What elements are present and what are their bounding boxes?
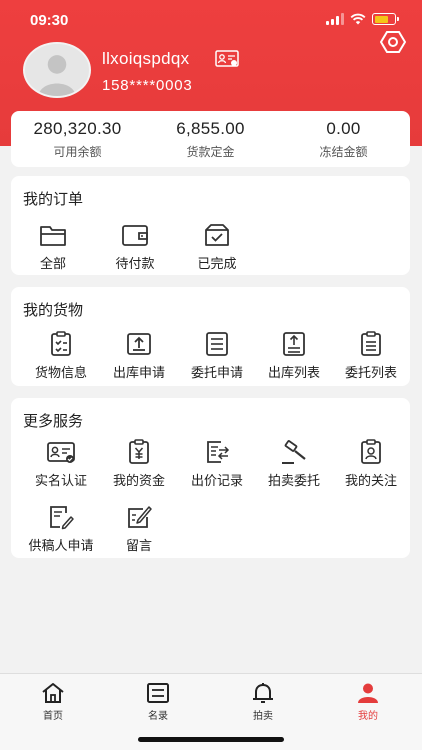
wifi-icon xyxy=(350,13,366,25)
balance-deposit[interactable]: 6,855.00 货款定金 xyxy=(144,111,277,167)
orders-title: 我的订单 xyxy=(23,191,84,208)
goods-label: 委托申请 xyxy=(190,365,243,380)
service-label: 我的关注 xyxy=(344,473,397,488)
tab-home[interactable]: 首页 xyxy=(13,682,93,722)
goods-label: 货物信息 xyxy=(34,365,87,380)
goods-outbound-list[interactable]: 出库列表 xyxy=(254,331,334,381)
bell-icon xyxy=(253,683,273,703)
phone-number: 158****0003 xyxy=(102,77,193,94)
username: llxoiqspdqx xyxy=(102,49,190,68)
service-label: 出价记录 xyxy=(190,473,243,488)
goods-card: 我的货物 货物信息 出库申请 委托申请 出库列表 委托列表 xyxy=(11,287,410,386)
service-auction-consign[interactable]: 拍卖委托 xyxy=(254,439,334,489)
bid-record-icon xyxy=(207,441,230,463)
cellular-signal-icon xyxy=(326,13,344,25)
goods-label: 出库申请 xyxy=(112,365,165,380)
person-icon xyxy=(358,683,378,703)
goods-outbound-apply[interactable]: 出库申请 xyxy=(99,331,179,381)
upload-list-icon xyxy=(283,332,305,356)
goods-consign-list[interactable]: 委托列表 xyxy=(331,331,411,381)
order-label: 全部 xyxy=(39,256,66,271)
list-icon xyxy=(147,683,169,703)
order-completed[interactable]: 已完成 xyxy=(177,222,257,272)
service-message[interactable]: 留言 xyxy=(99,504,179,554)
tab-label: 我的 xyxy=(358,711,378,722)
order-label: 待付款 xyxy=(115,256,155,271)
balance-value: 6,855.00 xyxy=(176,118,245,138)
badge-person-icon xyxy=(361,439,381,464)
service-real-name-auth[interactable]: 实名认证 xyxy=(21,439,101,489)
status-bar: 09:30 xyxy=(0,0,422,44)
goods-label: 委托列表 xyxy=(344,365,397,380)
wallet-icon xyxy=(122,225,148,246)
services-card: 更多服务 实名认证 我的资金 出价记录 拍卖委托 我的关注 供稿人申请 留言 xyxy=(11,398,410,558)
clipboard-list-icon xyxy=(361,331,381,356)
id-card-icon xyxy=(47,442,75,463)
list-document-icon xyxy=(206,332,228,356)
gavel-icon xyxy=(282,440,306,464)
balance-value: 280,320.30 xyxy=(33,118,122,138)
folder-icon xyxy=(40,226,66,246)
balance-label: 货款定金 xyxy=(186,144,235,159)
orders-card: 我的订单 全部 待付款 已完成 xyxy=(11,176,410,275)
service-label: 留言 xyxy=(125,538,152,553)
home-indicator xyxy=(138,737,284,742)
tab-auction[interactable]: 拍卖 xyxy=(223,682,303,722)
service-bid-record[interactable]: 出价记录 xyxy=(177,439,257,489)
services-title: 更多服务 xyxy=(23,413,84,430)
balance-available[interactable]: 280,320.30 可用余额 xyxy=(11,111,144,167)
completed-box-icon xyxy=(205,224,229,246)
balance-label: 可用余额 xyxy=(53,144,102,159)
order-label: 已完成 xyxy=(197,256,237,271)
goods-info[interactable]: 货物信息 xyxy=(21,331,101,381)
goods-label: 出库列表 xyxy=(267,365,320,380)
balance-value: 0.00 xyxy=(326,118,361,138)
avatar[interactable] xyxy=(23,42,91,98)
balance-frozen[interactable]: 0.00 冻结金额 xyxy=(277,111,410,167)
message-edit-icon xyxy=(128,506,152,528)
service-label: 供稿人申请 xyxy=(28,538,94,553)
home-icon xyxy=(42,683,64,703)
clipboard-check-icon xyxy=(51,331,71,356)
service-label: 实名认证 xyxy=(34,473,87,488)
tab-label: 名录 xyxy=(148,711,168,722)
battery-icon xyxy=(372,13,399,25)
tab-label: 首页 xyxy=(43,711,63,722)
order-pending-payment[interactable]: 待付款 xyxy=(95,222,175,272)
status-time: 09:30 xyxy=(30,12,69,29)
upload-box-icon xyxy=(127,333,151,355)
service-my-funds[interactable]: 我的资金 xyxy=(99,439,179,489)
tab-directory[interactable]: 名录 xyxy=(118,682,198,722)
id-card-icon[interactable] xyxy=(215,50,239,68)
tab-mine[interactable]: 我的 xyxy=(328,682,408,722)
tab-label: 拍卖 xyxy=(253,711,273,722)
default-avatar-icon xyxy=(25,44,89,96)
service-contributor-apply[interactable]: 供稿人申请 xyxy=(21,504,101,554)
goods-consign-apply[interactable]: 委托申请 xyxy=(177,331,257,381)
service-label: 我的资金 xyxy=(112,473,165,488)
service-label: 拍卖委托 xyxy=(267,473,320,488)
settings-icon[interactable] xyxy=(380,29,406,55)
order-all[interactable]: 全部 xyxy=(13,222,93,272)
yuan-clipboard-icon xyxy=(129,439,149,464)
service-my-follow[interactable]: 我的关注 xyxy=(331,439,411,489)
goods-title: 我的货物 xyxy=(23,302,84,319)
balance-card: 280,320.30 可用余额 6,855.00 货款定金 0.00 冻结金额 xyxy=(11,111,410,167)
balance-label: 冻结金额 xyxy=(319,144,368,159)
status-icons xyxy=(326,13,399,25)
edit-document-icon xyxy=(50,506,74,530)
